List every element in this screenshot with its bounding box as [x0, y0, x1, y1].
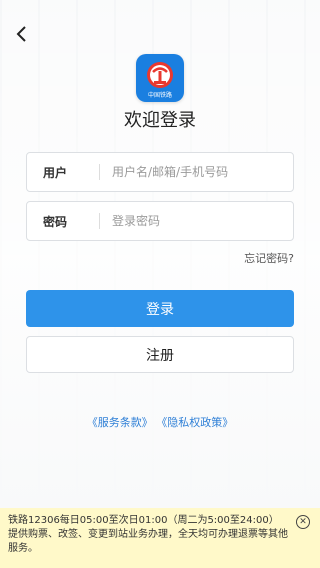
notice-text: 铁路12306每日05:00至次日01:00（周二为5:00至24:00）提供购…: [8, 515, 288, 554]
username-input[interactable]: [112, 165, 282, 179]
password-label: 密码: [43, 214, 68, 229]
privacy-policy-link[interactable]: 《隐私权政策》: [156, 416, 233, 429]
app-logo: 中国铁路: [136, 54, 184, 102]
username-field[interactable]: 用户: [26, 152, 294, 192]
forgot-password-link[interactable]: 忘记密码?: [244, 250, 294, 266]
field-divider: [99, 164, 100, 180]
password-field[interactable]: 密码: [26, 201, 294, 241]
page-title: 欢迎登录: [124, 110, 196, 131]
logo-text: 中国铁路: [147, 92, 172, 99]
railway-emblem-icon: [147, 62, 173, 88]
field-divider: [99, 213, 100, 229]
password-input[interactable]: [112, 214, 282, 228]
service-terms-link[interactable]: 《服务条款》: [87, 416, 153, 429]
policy-links: 《服务条款》 《隐私权政策》: [0, 414, 320, 430]
service-notice-banner: 铁路12306每日05:00至次日01:00（周二为5:00至24:00）提供购…: [0, 508, 320, 568]
username-label: 用户: [43, 165, 68, 180]
login-button[interactable]: 登录: [26, 290, 294, 327]
chevron-left-icon: [16, 26, 26, 42]
back-button[interactable]: [10, 22, 34, 46]
close-icon[interactable]: ✕: [296, 515, 310, 529]
register-button[interactable]: 注册: [26, 336, 294, 373]
